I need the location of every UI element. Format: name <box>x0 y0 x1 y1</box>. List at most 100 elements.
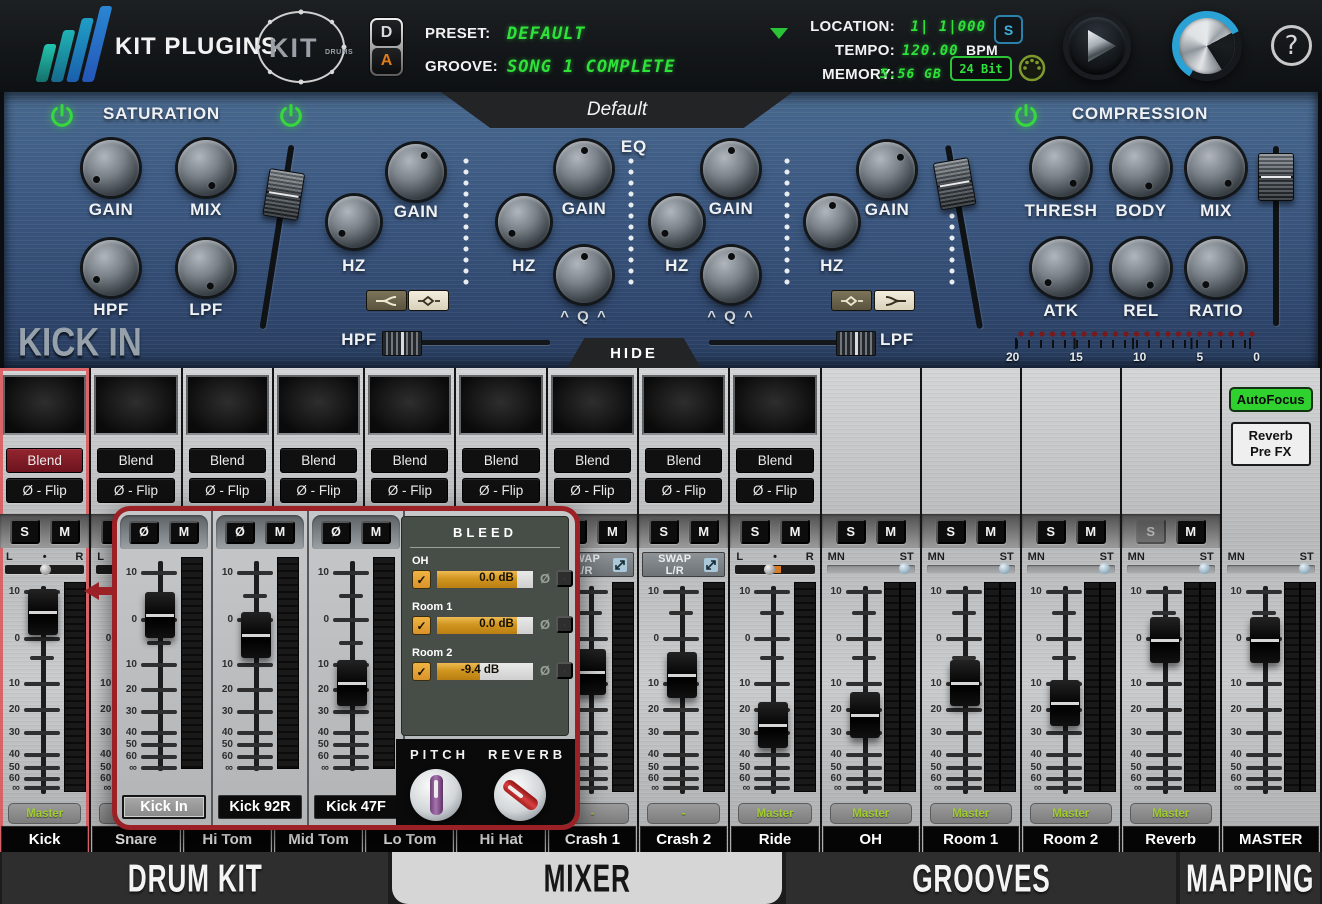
bit-depth-badge[interactable]: 24 Bit <box>950 56 1012 81</box>
comp-right-fader-handle[interactable] <box>1258 153 1294 201</box>
swap-lr-button[interactable]: SWAP L/R <box>642 552 725 577</box>
blend-button[interactable]: Blend <box>280 448 357 473</box>
fader-handle[interactable] <box>758 702 788 748</box>
blend-button[interactable]: Blend <box>371 448 448 473</box>
play-button[interactable] <box>1063 12 1131 80</box>
route-button[interactable]: Master <box>738 803 811 824</box>
eq-left-fader[interactable] <box>245 142 310 331</box>
comp-left-fader-handle[interactable] <box>933 157 977 211</box>
mute-button[interactable]: M <box>976 519 1006 544</box>
blend-button[interactable]: Blend <box>645 448 722 473</box>
help-button[interactable]: ? <box>1271 25 1312 66</box>
solo-button[interactable]: S <box>936 519 966 544</box>
bleed-expand-button[interactable] <box>556 662 573 679</box>
route-button[interactable]: Master <box>1030 803 1112 824</box>
bleed-level-slider[interactable]: 0.0 dB <box>436 616 534 635</box>
pan-slider[interactable] <box>5 565 84 574</box>
analog-option[interactable]: A <box>372 48 401 74</box>
channel-name[interactable]: Room 1 <box>923 826 1019 853</box>
tab-mapping[interactable]: MAPPING <box>1180 852 1320 904</box>
blend-button[interactable]: Blend <box>554 448 631 473</box>
blend-button[interactable]: Blend <box>736 448 813 473</box>
eq-band3-gain-knob[interactable] <box>703 141 759 197</box>
pitch-knob[interactable] <box>410 769 462 821</box>
route-button[interactable]: Master <box>830 803 912 824</box>
blend-button[interactable]: Blend <box>189 448 266 473</box>
route-button[interactable]: Master <box>1130 803 1212 824</box>
eq-band1-shelf-button[interactable] <box>366 290 407 311</box>
saturation-gain-knob[interactable] <box>83 140 139 196</box>
lpf-slider-handle[interactable] <box>836 331 876 356</box>
channel-name[interactable]: Kick <box>1 826 88 853</box>
comp-mix-knob[interactable] <box>1187 139 1245 197</box>
pan-handle[interactable] <box>40 564 51 575</box>
blend-button[interactable]: Blend <box>6 448 83 473</box>
eq-left-fader-handle[interactable] <box>262 168 305 221</box>
fader-handle[interactable] <box>576 649 606 695</box>
mute-button[interactable]: M <box>597 519 627 544</box>
mono-stereo-handle[interactable] <box>1299 563 1310 574</box>
fader-handle[interactable] <box>1050 680 1080 726</box>
mic-select-button[interactable]: Kick In <box>122 795 206 819</box>
location-dropdown-icon[interactable] <box>770 28 788 39</box>
mic-select-button[interactable]: Kick 92R <box>218 795 302 819</box>
route-button[interactable]: Master <box>8 803 81 824</box>
eq-band4-shelf-button[interactable] <box>874 290 915 311</box>
bleed-expand-button[interactable] <box>556 616 573 633</box>
mute-button[interactable]: M <box>689 519 719 544</box>
phase-button[interactable]: Ø <box>129 521 159 544</box>
mute-button[interactable]: M <box>780 519 810 544</box>
mono-stereo-slider[interactable] <box>927 565 1015 573</box>
mic-select-button[interactable]: Kick 47F <box>314 795 398 819</box>
eq-band1-bell-button[interactable] <box>408 290 449 311</box>
saturation-hpf-knob[interactable] <box>83 240 139 296</box>
bleed-enable-checkbox[interactable]: ✓ <box>412 570 431 589</box>
reverb-prefx-button[interactable]: ReverbPre FX <box>1231 422 1311 466</box>
fader-handle[interactable] <box>1250 617 1280 663</box>
comp-right-fader[interactable] <box>1258 146 1294 326</box>
fader-handle[interactable] <box>950 660 980 706</box>
hide-tab[interactable]: HIDE <box>567 338 701 368</box>
route-button[interactable]: Master <box>930 803 1012 824</box>
blend-button[interactable]: Blend <box>462 448 539 473</box>
solo-button[interactable]: S <box>649 519 679 544</box>
solo-button[interactable]: S <box>836 519 866 544</box>
fader-handle[interactable] <box>145 592 175 638</box>
mono-stereo-handle[interactable] <box>999 563 1010 574</box>
comp-body-knob[interactable] <box>1112 139 1170 197</box>
comp-thresh-knob[interactable] <box>1032 139 1090 197</box>
tab-mixer[interactable]: MIXER <box>392 852 782 904</box>
bleed-enable-checkbox[interactable]: ✓ <box>412 616 431 635</box>
groove-value[interactable]: SONG 1 COMPLETE <box>507 57 676 77</box>
solo-button[interactable]: S <box>10 519 40 544</box>
fader-handle[interactable] <box>337 660 367 706</box>
saturation-power-button[interactable] <box>48 102 76 130</box>
channel-name[interactable]: Crash 2 <box>640 826 727 853</box>
pan-slider[interactable] <box>735 565 814 574</box>
mute-button[interactable]: M <box>169 521 199 544</box>
channel-name[interactable]: Hi Hat <box>457 826 544 853</box>
phase-button[interactable]: Ø <box>225 521 255 544</box>
solo-button[interactable]: S <box>1036 519 1066 544</box>
comp-ratio-knob[interactable] <box>1187 239 1245 297</box>
mute-button[interactable]: M <box>1176 519 1206 544</box>
autofocus-button[interactable]: AutoFocus <box>1229 387 1313 412</box>
eq-band2-q-knob[interactable] <box>556 247 612 303</box>
eq-band4-bell-button[interactable] <box>831 290 872 311</box>
saturation-lpf-knob[interactable] <box>178 240 234 296</box>
channel-name[interactable]: Hi Tom <box>184 826 271 853</box>
phase-flip-button[interactable]: Ø - Flip <box>6 478 83 503</box>
phase-flip-button[interactable]: Ø - Flip <box>280 478 357 503</box>
mute-button[interactable]: M <box>50 519 80 544</box>
fader-track[interactable] <box>771 586 776 794</box>
mono-stereo-handle[interactable] <box>899 563 910 574</box>
fx-preset-tab[interactable]: Default <box>441 92 793 128</box>
digital-option[interactable]: D <box>372 20 401 46</box>
eq-band4-hz-knob[interactable] <box>806 196 858 248</box>
eq-band1-gain-knob[interactable] <box>388 144 444 200</box>
channel-name[interactable]: Ride <box>731 826 818 853</box>
channel-name[interactable]: OH <box>823 826 919 853</box>
eq-band1-hz-knob[interactable] <box>328 196 380 248</box>
phase-flip-button[interactable]: Ø - Flip <box>462 478 539 503</box>
bleed-level-slider[interactable]: 0.0 dB <box>436 570 534 589</box>
